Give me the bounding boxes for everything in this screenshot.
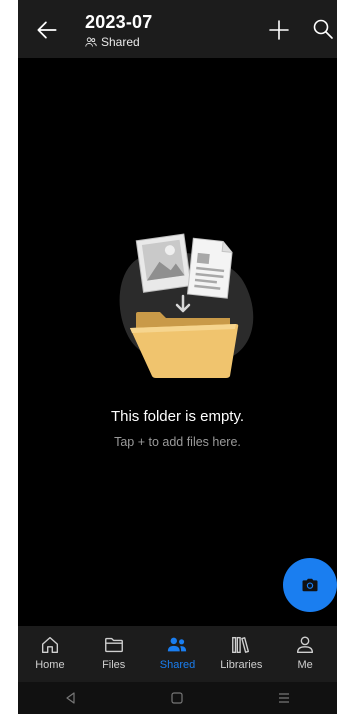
add-button[interactable] xyxy=(268,19,290,41)
person-icon xyxy=(297,636,314,654)
page-title: 2023-07 xyxy=(85,12,153,32)
empty-folder-illustration xyxy=(108,226,258,386)
shared-label: Shared xyxy=(85,35,152,49)
camera-scan-button[interactable] xyxy=(283,558,337,612)
search-icon xyxy=(313,19,333,39)
system-home-icon[interactable] xyxy=(170,691,184,705)
system-recents-icon[interactable] xyxy=(277,691,291,705)
empty-state-title: This folder is empty. xyxy=(110,408,245,425)
nav-label-libraries: Libraries xyxy=(220,659,263,671)
bottom-navigation: Home Files Shared Libraries Me xyxy=(18,626,337,682)
home-icon xyxy=(41,636,58,654)
folder-icon xyxy=(104,637,123,653)
system-navigation-bar xyxy=(18,682,337,714)
nav-item-shared[interactable]: Shared xyxy=(146,626,210,682)
app-screen: 2023-07 Shared This folder is empty. Tap… xyxy=(0,0,337,714)
back-button[interactable] xyxy=(34,17,60,43)
nav-label-files: Files xyxy=(102,659,126,671)
back-arrow-icon xyxy=(37,21,57,39)
camera-icon xyxy=(302,578,318,592)
nav-label-home: Home xyxy=(35,659,65,671)
plus-icon xyxy=(269,20,289,40)
file-list-area: This folder is empty. Tap + to add files… xyxy=(18,58,337,626)
search-button[interactable] xyxy=(312,18,334,40)
library-icon xyxy=(232,636,250,654)
top-app-bar: 2023-07 Shared xyxy=(18,0,337,58)
title-block: 2023-07 Shared xyxy=(85,12,152,49)
nav-item-files[interactable]: Files xyxy=(82,626,146,682)
left-edge xyxy=(0,0,18,714)
nav-label-shared: Shared xyxy=(159,659,196,671)
nav-item-me[interactable]: Me xyxy=(273,626,337,682)
shared-people-icon xyxy=(85,37,97,47)
empty-state-subtitle: Tap + to add files here. xyxy=(114,435,241,449)
people-icon xyxy=(168,637,187,652)
nav-item-home[interactable]: Home xyxy=(18,626,82,682)
nav-label-me: Me xyxy=(297,659,313,671)
nav-item-libraries[interactable]: Libraries xyxy=(209,626,273,682)
subtitle-text: Shared xyxy=(101,35,140,49)
system-back-icon[interactable] xyxy=(64,691,78,705)
